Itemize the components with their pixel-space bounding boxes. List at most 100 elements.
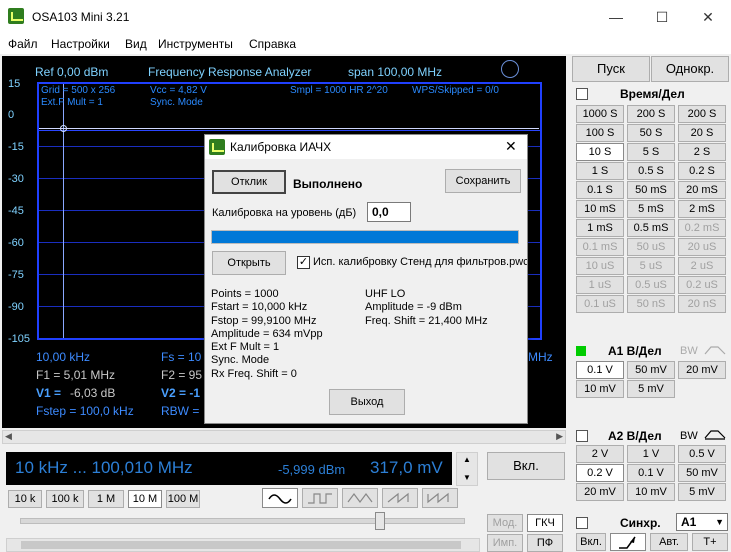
time-div-button[interactable]: 2 S [678,143,726,161]
menu-settings[interactable]: Настройки [51,37,110,51]
time-div-button[interactable]: 10 mS [576,200,624,218]
scope-scrollbar[interactable]: ◀ ▶ [2,430,566,444]
time-div-button[interactable]: 0.1 S [576,181,624,199]
time-div-button[interactable]: 1 mS [576,219,624,237]
time-div-button[interactable]: 0.1 mS [576,238,624,256]
bottom-scrollbar-thumb[interactable] [21,541,461,549]
level-slider-track[interactable] [20,518,465,524]
spin-up-icon[interactable]: ▲ [463,455,471,464]
sawtooth-wave-button[interactable] [382,488,418,508]
level-input[interactable]: 0,0 [367,202,411,222]
menu-view[interactable]: Вид [125,37,147,51]
mod-button[interactable]: Мод. [487,514,523,532]
readout-spinner[interactable]: ▲ ▼ [456,452,478,486]
time-div-button[interactable]: 0.2 S [678,162,726,180]
time-div-checkbox[interactable] [576,88,588,100]
exit-button[interactable]: Выход [329,389,405,415]
sync-on-button[interactable]: Вкл. [576,533,606,551]
triangle-wave-button[interactable] [342,488,378,508]
minimize-button[interactable]: — [593,0,639,34]
time-div-button[interactable]: 0.5 mS [627,219,675,237]
time-div-button[interactable]: 2 uS [678,257,726,275]
imp-button[interactable]: Имп. [487,534,523,552]
a1-10mv-button[interactable]: 10 mV [576,380,624,398]
time-div-button[interactable]: 1 uS [576,276,624,294]
time-div-button[interactable]: 20 nS [678,295,726,313]
time-div-button[interactable]: 0.5 uS [627,276,675,294]
single-shot-button[interactable]: Однокр. [651,56,729,82]
span-10k-button[interactable]: 10 k [8,490,42,508]
sine-wave-button[interactable] [262,488,298,508]
span-10m-button[interactable]: 10 M [128,490,162,508]
time-div-button[interactable]: 1 S [576,162,624,180]
dialog-close-icon[interactable]: ✕ [505,138,517,155]
time-div-button[interactable]: 10 S [576,143,624,161]
t-plus-button[interactable]: T+ [692,533,728,551]
cancel-response-button[interactable]: Отклик [212,170,286,194]
a2-10mv-button[interactable]: 10 mV [627,483,675,501]
time-div-button[interactable]: 0.2 mS [678,219,726,237]
generator-on-button[interactable]: Вкл. [487,452,565,480]
time-div-button[interactable]: 1000 S [576,105,624,123]
span-100m-button[interactable]: 100 M [166,490,200,508]
close-button[interactable]: ✕ [685,0,731,34]
a2-0.1v-button[interactable]: 0.1 V [627,464,675,482]
a2-checkbox[interactable] [576,430,588,442]
time-div-button[interactable]: 10 uS [576,257,624,275]
open-button[interactable]: Открыть [212,251,286,275]
a2-50mv-button[interactable]: 50 mV [678,464,726,482]
scroll-right-icon[interactable]: ▶ [556,431,563,442]
a2-1v-button[interactable]: 1 V [627,445,675,463]
auto-button[interactable]: Авт. [650,533,688,551]
spin-down-icon[interactable]: ▼ [463,473,471,482]
time-div-button[interactable]: 0.1 uS [576,295,624,313]
sync-source-select[interactable]: A1 ▼ [676,513,728,531]
time-div-button[interactable]: 0.2 uS [678,276,726,294]
span-1m-button[interactable]: 1 M [88,490,124,508]
a1-5mv-button[interactable]: 5 mV [627,380,675,398]
a2-20mv-button[interactable]: 20 mV [576,483,624,501]
a2-0.5v-button[interactable]: 0.5 V [678,445,726,463]
a1-0.1v-button[interactable]: 0.1 V [576,361,624,379]
a2-bw-curve-icon[interactable] [704,428,726,440]
gkch-button[interactable]: ГКЧ [527,514,563,532]
status-circle-icon[interactable] [501,60,519,78]
time-div-button[interactable]: 5 mS [627,200,675,218]
bottom-scrollbar[interactable] [6,538,480,552]
pf-button[interactable]: ПФ [527,534,563,552]
a1-20mv-button[interactable]: 20 mV [678,361,726,379]
time-div-button[interactable]: 200 S [678,105,726,123]
save-button[interactable]: Сохранить [445,169,521,193]
time-div-button[interactable]: 50 uS [627,238,675,256]
time-div-button[interactable]: 2 mS [678,200,726,218]
maximize-button[interactable]: ☐ [639,0,685,34]
span-100k-button[interactable]: 100 k [46,490,84,508]
time-div-button[interactable]: 50 S [627,124,675,142]
time-div-button[interactable]: 5 S [627,143,675,161]
time-div-button[interactable]: 20 uS [678,238,726,256]
time-div-button[interactable]: 20 S [678,124,726,142]
scroll-left-icon[interactable]: ◀ [5,431,12,442]
start-button[interactable]: Пуск [572,56,650,82]
a1-50mv-button[interactable]: 50 mV [627,361,675,379]
square-wave-button[interactable] [302,488,338,508]
menu-tools[interactable]: Инструменты [158,37,233,51]
time-div-button[interactable]: 50 nS [627,295,675,313]
menu-help[interactable]: Справка [249,37,296,51]
time-div-button[interactable]: 20 mS [678,181,726,199]
time-div-button[interactable]: 0.5 S [627,162,675,180]
time-div-button[interactable]: 5 uS [627,257,675,275]
time-div-button[interactable]: 50 mS [627,181,675,199]
reverse-sawtooth-wave-button[interactable] [422,488,458,508]
menu-file[interactable]: Файл [8,37,38,51]
time-div-button[interactable]: 100 S [576,124,624,142]
sync-checkbox[interactable] [576,517,588,529]
a2-0.2v-button[interactable]: 0.2 V [576,464,624,482]
a2-2v-button[interactable]: 2 V [576,445,624,463]
time-div-button[interactable]: 200 S [627,105,675,123]
a2-5mv-button[interactable]: 5 mV [678,483,726,501]
a1-bw-curve-icon[interactable] [704,344,726,356]
use-cal-checkbox[interactable]: ✓ [297,256,310,269]
trigger-edge-button[interactable] [610,533,646,551]
level-slider-thumb[interactable] [375,512,385,530]
